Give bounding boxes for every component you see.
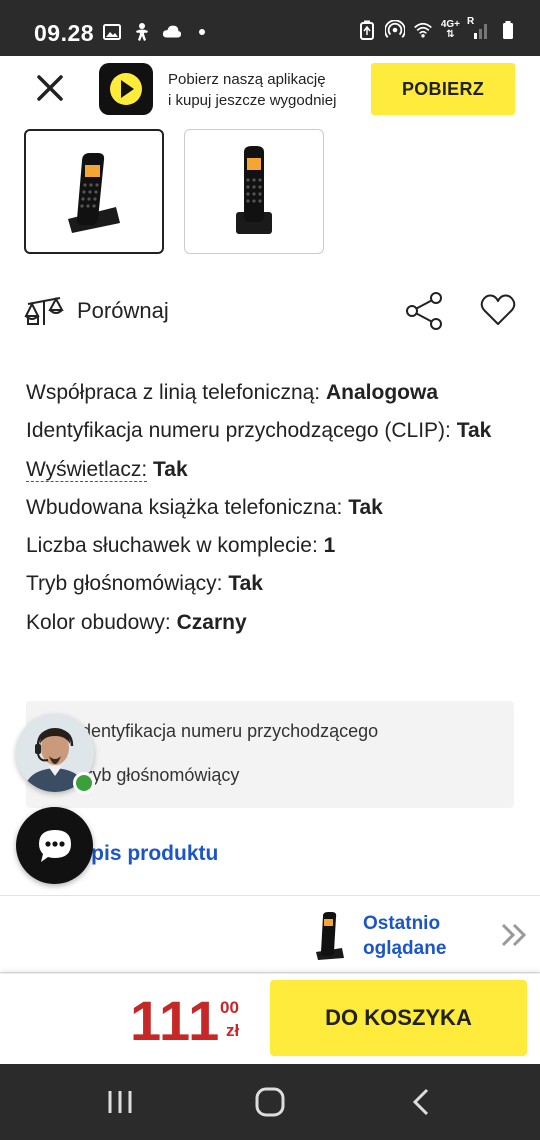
status-system-icons: 4G+ ⇅ R bbox=[357, 16, 518, 40]
spec-row: Identyfikacja numeru przychodzącego (CLI… bbox=[26, 412, 526, 450]
share-icon[interactable] bbox=[404, 290, 446, 332]
spec-row: Wbudowana książka telefoniczna: Tak bbox=[26, 489, 526, 527]
add-to-cart-button[interactable]: DO KOSZYKA bbox=[270, 980, 527, 1056]
recently-viewed-line-2: oglądane bbox=[363, 938, 447, 959]
cart-bar: 111 00 zł DO KOSZYKA bbox=[0, 974, 540, 1064]
feature-highlights: Identyfikacja numeru przychodzącego Tryb… bbox=[26, 701, 514, 808]
product-actions-row: Porównaj bbox=[24, 288, 516, 334]
cloud-icon bbox=[162, 22, 182, 42]
spec-row: Tryb głośnomówiący: Tak bbox=[26, 565, 526, 603]
app-promo-text: Pobierz naszą aplikację i kupuj jeszcze … bbox=[168, 69, 368, 111]
recently-viewed-bar[interactable]: Ostatnio oglądane bbox=[0, 895, 540, 973]
signal-icon: R bbox=[467, 16, 490, 40]
app-logo-icon bbox=[99, 63, 153, 115]
spec-value: Tak bbox=[228, 572, 263, 596]
recently-viewed-line-1: Ostatnio bbox=[363, 913, 441, 934]
spec-label: Współpraca z linią telefoniczną: bbox=[26, 381, 321, 404]
recent-apps-icon[interactable] bbox=[102, 1084, 138, 1120]
spec-value: Analogowa bbox=[326, 381, 439, 404]
spec-row: Współpraca z linią telefoniczną: Analogo… bbox=[26, 374, 526, 412]
spec-label: Kolor obudowy: bbox=[26, 610, 171, 634]
dot-icon bbox=[192, 22, 212, 42]
chat-bubble-icon bbox=[38, 829, 71, 862]
spec-row: Wyświetlacz: Tak bbox=[26, 451, 526, 489]
spec-label: Tryb głośnomówiący: bbox=[26, 572, 223, 596]
status-bar: 09.28 4G+ ⇅ R bbox=[0, 0, 540, 56]
wifi-icon bbox=[413, 20, 433, 40]
feature-item: Identyfikacja numeru przychodzącego bbox=[76, 721, 379, 741]
battery-icon bbox=[498, 20, 518, 40]
home-icon[interactable] bbox=[252, 1084, 288, 1120]
spec-value: Tak bbox=[153, 457, 188, 481]
spec-row: Kolor obudowy: Czarny bbox=[26, 604, 526, 642]
product-specs: Współpraca z linią telefoniczną: Analogo… bbox=[26, 374, 526, 642]
heart-icon[interactable] bbox=[480, 292, 516, 328]
online-status-indicator bbox=[73, 772, 95, 794]
spec-value: Tak bbox=[456, 419, 492, 443]
spec-label: Liczba słuchawek w komplecie: bbox=[26, 534, 318, 558]
spec-label: Wbudowana książka telefoniczna: bbox=[26, 495, 343, 519]
price-cents: 00 bbox=[220, 998, 239, 1017]
spec-row: Liczba słuchawek w komplecie: 1 bbox=[26, 527, 526, 565]
spec-value: 1 bbox=[323, 534, 336, 558]
status-time: 09.28 bbox=[34, 20, 95, 46]
recently-viewed-label[interactable]: Ostatnio oglądane bbox=[363, 911, 473, 961]
chat-button[interactable] bbox=[16, 807, 93, 884]
data-arrows-icon: ⇅ bbox=[446, 29, 455, 40]
battery-saver-icon bbox=[357, 20, 377, 40]
price-currency: zł bbox=[226, 1021, 240, 1040]
compare-link[interactable]: Porównaj bbox=[77, 298, 169, 324]
app-promo-line-1: Pobierz naszą aplikację bbox=[168, 71, 326, 88]
spec-label-tooltip-link[interactable]: Wyświetlacz: bbox=[26, 457, 148, 482]
app-install-banner: Pobierz naszą aplikację i kupuj jeszcze … bbox=[0, 56, 540, 122]
recent-product-thumbnail[interactable] bbox=[312, 910, 348, 962]
download-app-button[interactable]: POBIERZ bbox=[371, 63, 515, 115]
roaming-indicator: R bbox=[467, 16, 475, 27]
accessibility-icon bbox=[132, 22, 152, 42]
product-thumbnail-2[interactable] bbox=[184, 129, 324, 254]
back-icon[interactable] bbox=[404, 1084, 440, 1120]
scale-compare-icon[interactable] bbox=[24, 294, 64, 328]
system-navigation-bar bbox=[0, 1064, 540, 1140]
spec-value: Czarny bbox=[176, 610, 247, 634]
spec-label: Identyfikacja numeru przychodzącego (CLI… bbox=[26, 419, 451, 443]
feature-item: Tryb głośnomówiący bbox=[76, 765, 240, 785]
close-icon[interactable] bbox=[33, 71, 67, 105]
product-thumbnail-1[interactable] bbox=[24, 129, 164, 254]
app-promo-line-2: i kupuj jeszcze wygodniej bbox=[168, 92, 337, 109]
phone-with-base-front-icon bbox=[236, 145, 272, 234]
status-notification-icons bbox=[102, 22, 212, 42]
double-chevron-right-icon[interactable] bbox=[500, 922, 528, 948]
network-type: 4G+ ⇅ bbox=[441, 20, 460, 40]
spec-value: Tak bbox=[348, 495, 383, 519]
price-main: 111 bbox=[130, 989, 221, 1052]
phone-with-base-angled-icon bbox=[68, 152, 120, 233]
gallery-icon bbox=[102, 22, 122, 42]
hotspot-icon bbox=[384, 20, 405, 40]
